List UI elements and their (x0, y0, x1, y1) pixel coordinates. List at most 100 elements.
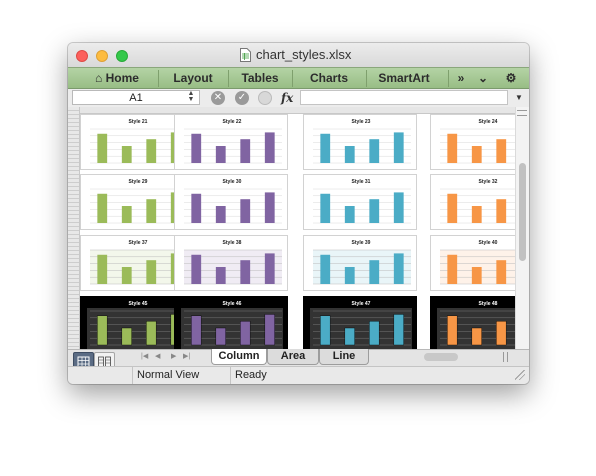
sheet-tab-area[interactable]: Area (267, 349, 319, 365)
formula-builder-icon[interactable] (258, 91, 272, 105)
bar (191, 254, 202, 284)
bar (191, 193, 202, 223)
bar (344, 327, 355, 346)
bar (447, 315, 458, 346)
name-box-stepper-icon[interactable]: ▲ ▼ (186, 90, 196, 103)
bar (320, 193, 331, 223)
chart-title: Style 37 (129, 240, 148, 246)
ribbon-collapse-chevron-down-icon[interactable]: ⌄ (474, 68, 492, 89)
status-bar: Normal View Ready (68, 366, 529, 384)
chart-style-48[interactable]: Style 48 (430, 296, 515, 349)
chart-title: Style 24 (479, 119, 498, 125)
tab-home[interactable]: ⌂ Home (82, 68, 152, 89)
chart-style-30[interactable]: Style 30 (174, 174, 288, 230)
bar (496, 260, 507, 284)
bar (146, 199, 157, 223)
vertical-split-handle[interactable] (517, 110, 527, 116)
previous-sheet-icon[interactable]: ◀ (155, 349, 160, 365)
row-headers[interactable] (68, 107, 80, 349)
home-icon: ⌂ (95, 71, 103, 85)
sheet-tab-line[interactable]: Line (319, 349, 369, 365)
bar (97, 133, 108, 163)
chart-title: Style 31 (352, 179, 371, 185)
chart-style-22[interactable]: Style 22 (174, 114, 288, 170)
worksheet-grid[interactable]: Style 21 Style 22 Style 23 Style 24 Style 29… (68, 107, 515, 349)
vertical-scroll-thumb[interactable] (519, 163, 526, 261)
bar (121, 206, 132, 223)
column-headers[interactable] (68, 107, 515, 114)
chart-canvas: Style 23 (313, 119, 411, 164)
bar (264, 253, 275, 284)
tab-layout[interactable]: Layout (159, 68, 227, 89)
bar (471, 327, 482, 346)
chart-style-38[interactable]: Style 38 (174, 235, 288, 291)
minimize-window-button[interactable] (96, 50, 108, 62)
bar (97, 254, 108, 284)
bar (121, 267, 132, 284)
chart-title: Style 30 (223, 179, 242, 185)
chart-style-31[interactable]: Style 31 (303, 174, 417, 230)
chart-style-47[interactable]: Style 47 (303, 296, 417, 349)
bar (97, 193, 108, 223)
formula-input[interactable] (300, 90, 508, 105)
chart-canvas: Style 39 (313, 240, 411, 285)
bar (447, 193, 458, 223)
chart-canvas: Style 46 (181, 301, 283, 349)
chart-style-46[interactable]: Style 46 (174, 296, 288, 349)
bar (146, 139, 157, 163)
window-resize-grip-icon[interactable] (515, 370, 525, 380)
confirm-formula-icon[interactable]: ✓ (235, 91, 249, 105)
tab-charts[interactable]: Charts (293, 68, 365, 89)
bar (320, 254, 331, 284)
ribbon-divider (448, 70, 449, 87)
chart-title: Style 48 (479, 301, 498, 307)
bar (121, 146, 132, 163)
chart-style-40[interactable]: Style 40 (430, 235, 515, 291)
name-box[interactable]: A1 (72, 90, 200, 105)
bar (447, 254, 458, 284)
bar (369, 199, 380, 223)
bar (369, 139, 380, 163)
bar (264, 192, 275, 223)
cancel-formula-icon[interactable]: ✕ (211, 91, 225, 105)
horizontal-scroll-thumb[interactable] (424, 353, 458, 361)
sheet-tab-column[interactable]: Column (211, 349, 267, 365)
bar (369, 260, 380, 284)
chart-canvas: Style 47 (310, 301, 412, 349)
close-window-button[interactable] (76, 50, 88, 62)
ribbon-overflow-chevron-icon[interactable]: » (452, 68, 470, 89)
formula-bar-expand-chevron-down-icon[interactable]: ▼ (512, 91, 526, 105)
bar (320, 315, 331, 346)
chart-title: Style 32 (479, 179, 498, 185)
tab-smartart[interactable]: SmartArt (367, 68, 441, 89)
vertical-scrollbar[interactable] (515, 107, 529, 349)
tab-home-label: Home (105, 71, 139, 85)
bar (264, 132, 275, 163)
chart-title: Style 46 (223, 301, 242, 307)
chart-title: Style 39 (352, 240, 371, 246)
first-sheet-icon[interactable]: |◀ (141, 349, 148, 365)
bar (146, 260, 157, 284)
bar (320, 133, 331, 163)
app-window: chart_styles.xlsx ⌂ Home Layout Tables C… (68, 43, 529, 384)
insert-function-fx-button[interactable]: fx (281, 89, 293, 107)
chart-style-32[interactable]: Style 32 (430, 174, 515, 230)
last-sheet-icon[interactable]: ▶| (183, 349, 190, 365)
zoom-window-button[interactable] (116, 50, 128, 62)
settings-gear-icon[interactable]: ⚙ (498, 68, 524, 89)
chart-style-24[interactable]: Style 24 (430, 114, 515, 170)
bar (344, 267, 355, 284)
bar (496, 199, 507, 223)
chart-title: Style 29 (129, 179, 148, 185)
chart-title: Style 45 (129, 301, 148, 307)
bar (369, 321, 380, 346)
next-sheet-icon[interactable]: ▶ (171, 349, 176, 365)
status-view-mode: Normal View (132, 367, 229, 384)
chart-title: Style 22 (223, 119, 242, 125)
bar (121, 327, 132, 346)
horizontal-split-handle[interactable] (503, 352, 508, 362)
chart-style-39[interactable]: Style 39 (303, 235, 417, 291)
chart-style-23[interactable]: Style 23 (303, 114, 417, 170)
tab-tables[interactable]: Tables (229, 68, 291, 89)
bar (496, 139, 507, 163)
